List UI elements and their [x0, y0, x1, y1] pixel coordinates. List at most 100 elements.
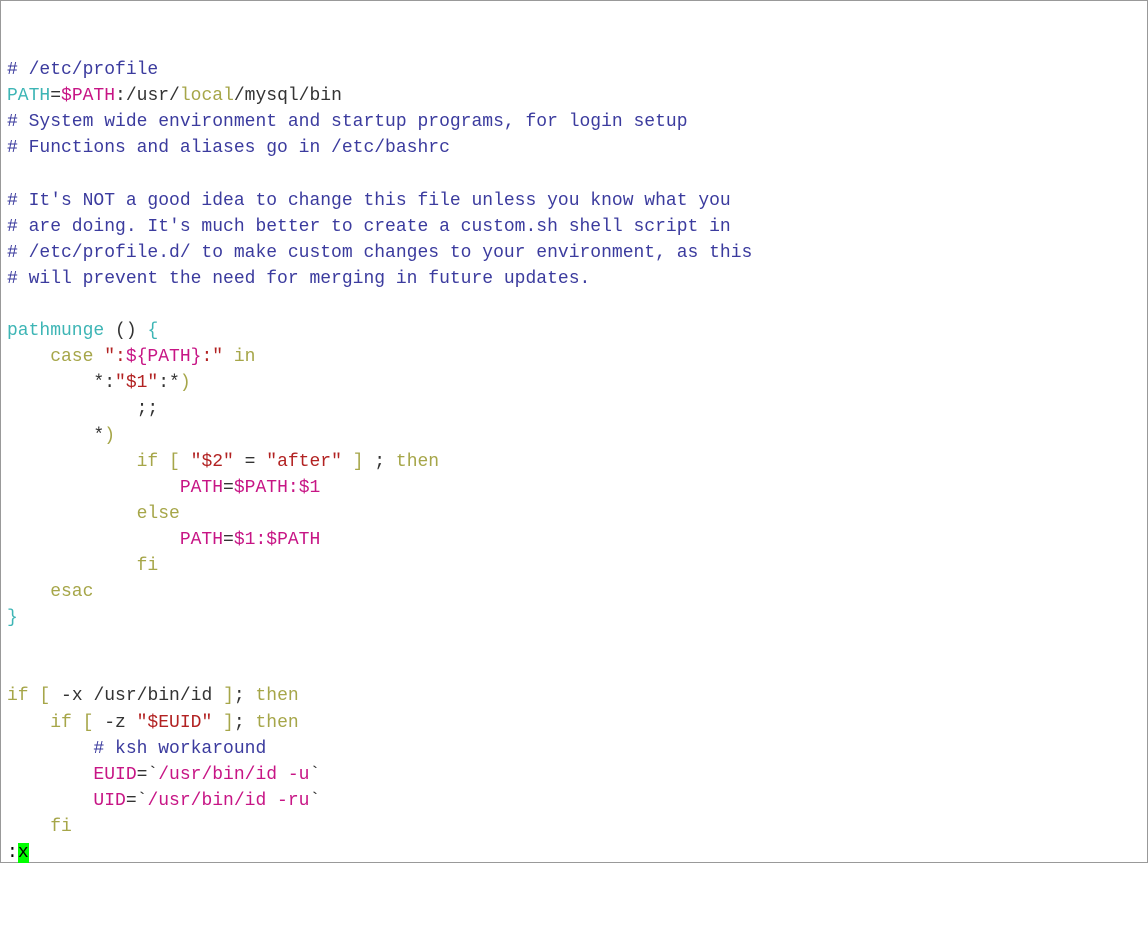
- variable-name: EUID: [7, 765, 137, 785]
- semicolon: ;: [364, 452, 396, 472]
- variable-ref: ${PATH}: [126, 347, 202, 367]
- path-text: :/usr/: [115, 86, 180, 106]
- code-line: }: [7, 605, 1141, 631]
- bracket: ]: [212, 686, 234, 706]
- code-line: # ksh workaround: [7, 736, 1141, 762]
- code-line: if [ -x /usr/bin/id ]; then: [7, 683, 1141, 709]
- backtick: =`: [137, 765, 159, 785]
- code-line: # are doing. It's much better to create …: [7, 214, 1141, 240]
- code-line: PATH=$PATH:/usr/local/mysql/bin: [7, 83, 1141, 109]
- string: "$EUID": [126, 713, 212, 733]
- paren: ): [104, 426, 115, 446]
- comment: # Functions and aliases go in /etc/bashr…: [7, 138, 450, 158]
- flag: -z: [93, 713, 125, 733]
- blank-line: [7, 162, 1141, 188]
- code-line: pathmunge () {: [7, 318, 1141, 344]
- command-colon: :: [7, 843, 18, 863]
- keyword: else: [7, 504, 180, 524]
- code-line: PATH=$PATH:$1: [7, 475, 1141, 501]
- string: ":: [93, 347, 125, 367]
- keyword: in: [223, 347, 255, 367]
- command: /usr/bin/id -u: [158, 765, 309, 785]
- code-line: EUID=`/usr/bin/id -u`: [7, 762, 1141, 788]
- code-line: esac: [7, 579, 1141, 605]
- bracket: ]: [342, 452, 364, 472]
- comment: # are doing. It's much better to create …: [7, 217, 731, 237]
- keyword: local: [180, 86, 234, 106]
- path-text: /mysql/bin: [234, 86, 342, 106]
- code-line: if [ -z "$EUID" ]; then: [7, 710, 1141, 736]
- vim-command-line[interactable]: :x: [7, 840, 1141, 866]
- comment: # /etc/profile.d/ to make custom changes…: [7, 243, 752, 263]
- semicolon: ;: [234, 686, 256, 706]
- code-line: # System wide environment and startup pr…: [7, 109, 1141, 135]
- variable-name: PATH: [7, 530, 223, 550]
- variable-ref: $PATH: [266, 530, 320, 550]
- variable-name: UID: [7, 791, 126, 811]
- pattern: *:: [7, 373, 115, 393]
- comment: # It's NOT a good idea to change this fi…: [7, 191, 731, 211]
- blank-line: [7, 631, 1141, 657]
- variable-ref: $1: [299, 478, 321, 498]
- parens: (): [115, 321, 137, 341]
- keyword: then: [255, 686, 298, 706]
- brace: {: [137, 321, 159, 341]
- code-line: case ":${PATH}:" in: [7, 344, 1141, 370]
- blank-line: [7, 292, 1141, 318]
- variable-ref: $PATH: [234, 478, 288, 498]
- equals: =: [223, 478, 234, 498]
- comment: # ksh workaround: [7, 739, 266, 759]
- variable-ref: $PATH: [61, 86, 115, 106]
- code-line: # /etc/profile.d/ to make custom changes…: [7, 240, 1141, 266]
- keyword: then: [255, 713, 298, 733]
- code-line: UID=`/usr/bin/id -ru`: [7, 788, 1141, 814]
- keyword: if: [7, 452, 158, 472]
- variable-name: PATH: [7, 86, 50, 106]
- path-text: /usr/bin/id: [93, 686, 212, 706]
- flag: -x: [50, 686, 93, 706]
- code-line: *:"$1":*): [7, 370, 1141, 396]
- semicolon: ;: [234, 713, 256, 733]
- bracket: [: [29, 686, 51, 706]
- cursor-icon: x: [18, 843, 29, 863]
- comment: # /etc/profile: [7, 60, 158, 80]
- function-name: pathmunge: [7, 321, 115, 341]
- keyword: fi: [7, 817, 72, 837]
- colon: :: [288, 478, 299, 498]
- keyword: if: [7, 713, 72, 733]
- code-line: if [ "$2" = "after" ] ; then: [7, 449, 1141, 475]
- string: :": [201, 347, 223, 367]
- bracket: [: [72, 713, 94, 733]
- keyword: fi: [7, 556, 158, 576]
- code-line: # Functions and aliases go in /etc/bashr…: [7, 135, 1141, 161]
- backtick: `: [309, 765, 320, 785]
- code-line: else: [7, 501, 1141, 527]
- editor-viewport[interactable]: # /etc/profilePATH=$PATH:/usr/local/mysq…: [7, 57, 1141, 866]
- code-line: fi: [7, 814, 1141, 840]
- keyword: then: [396, 452, 439, 472]
- bracket: ]: [212, 713, 234, 733]
- code-line: ;;: [7, 396, 1141, 422]
- terminator: ;;: [7, 399, 158, 419]
- keyword: esac: [7, 582, 93, 602]
- equals: =: [50, 86, 61, 106]
- backtick: =`: [126, 791, 148, 811]
- code-line: # It's NOT a good idea to change this fi…: [7, 188, 1141, 214]
- string: "$2": [191, 452, 234, 472]
- string: "$1": [115, 373, 158, 393]
- keyword: case: [7, 347, 93, 367]
- variable-name: PATH: [7, 478, 223, 498]
- code-line: *): [7, 423, 1141, 449]
- bracket: [: [158, 452, 190, 472]
- pattern: :*: [158, 373, 180, 393]
- equals: =: [223, 530, 234, 550]
- operator: =: [234, 452, 266, 472]
- code-line: # /etc/profile: [7, 57, 1141, 83]
- code-line: PATH=$1:$PATH: [7, 527, 1141, 553]
- command: /usr/bin/id -ru: [147, 791, 309, 811]
- colon: :: [255, 530, 266, 550]
- code-line: fi: [7, 553, 1141, 579]
- code-line: # will prevent the need for merging in f…: [7, 266, 1141, 292]
- pattern: *: [7, 426, 104, 446]
- comment: # System wide environment and startup pr…: [7, 112, 688, 132]
